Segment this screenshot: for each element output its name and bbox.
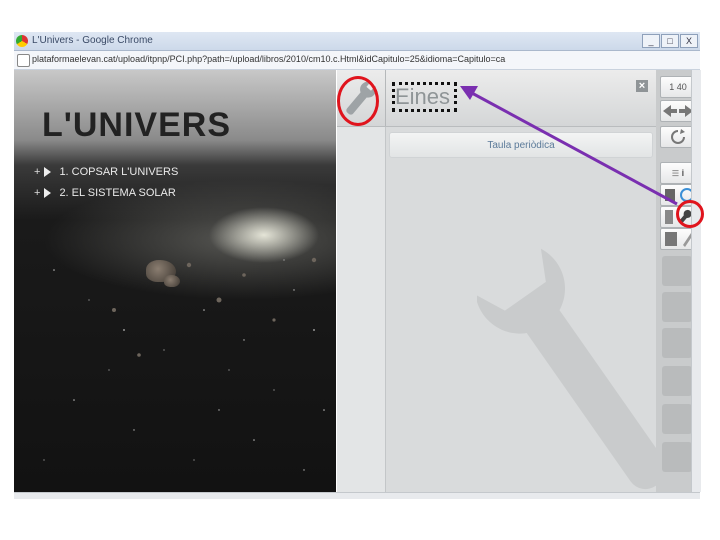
annotation-arrow (460, 86, 678, 206)
